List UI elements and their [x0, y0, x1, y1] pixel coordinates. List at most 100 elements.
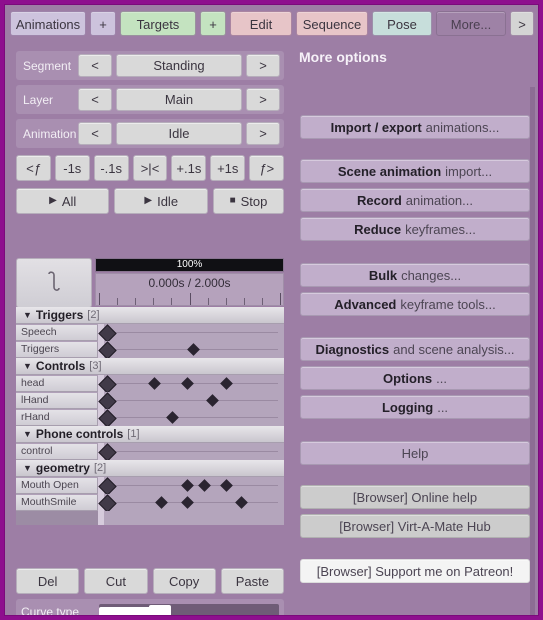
keyframe-track[interactable] [97, 341, 284, 360]
keyframe-target-name[interactable]: head [16, 375, 98, 392]
animation-value-button[interactable]: Idle [116, 122, 242, 145]
more-option-label: animations... [425, 119, 500, 135]
time-scrubber[interactable]: 0.000s / 2.000s [95, 273, 284, 306]
keyframe-target-row[interactable]: head [16, 375, 284, 394]
keyframe-marker[interactable] [155, 496, 169, 509]
frame-nav-button-0[interactable]: <ƒ [16, 155, 51, 181]
more-option-options[interactable]: Options... [300, 366, 530, 390]
chevron-down-icon[interactable]: ▼ [23, 361, 32, 371]
keyframe-track[interactable] [97, 494, 284, 513]
cut-button[interactable]: Cut [84, 568, 148, 594]
more-option-import-export-animations[interactable]: Import / export animations... [300, 115, 530, 139]
more-option-browser-virt-a-mate-hub[interactable]: [Browser] Virt-A-Mate Hub [300, 514, 530, 538]
frame-nav-button-1[interactable]: -1s [54, 155, 90, 181]
keyframe-list[interactable]: ▼ Triggers [2] Speech Triggers ▼ Controls [3] he… [16, 307, 284, 525]
time-tick [243, 298, 245, 305]
keyframe-marker[interactable] [181, 479, 195, 492]
tab-sequence[interactable]: Sequence [296, 11, 368, 36]
paste-button[interactable]: Paste [220, 568, 284, 594]
right-panel-scrollbar[interactable] [530, 87, 535, 615]
frame-nav-button-6[interactable]: ƒ> [249, 155, 285, 181]
keyframe-track[interactable] [97, 392, 284, 411]
animation-next-button[interactable]: > [246, 122, 280, 145]
keyframe-marker[interactable] [181, 377, 195, 390]
more-option-reduce-keyframes[interactable]: Reduce keyframes... [300, 217, 530, 241]
curve-type-slider[interactable] [99, 604, 279, 615]
keyframe-group-header[interactable]: ▼ Phone controls [1] [16, 426, 284, 443]
keyframe-group-header[interactable]: ▼ Controls [3] [16, 358, 284, 375]
segment-prev-button[interactable]: < [78, 54, 112, 77]
curve-type-slider-knob[interactable] [149, 605, 171, 615]
copy-button[interactable]: Copy [152, 568, 216, 594]
keyframe-marker[interactable] [187, 343, 200, 356]
more-option-browser-online-help[interactable]: [Browser] Online help [300, 485, 530, 509]
frame-nav-button-2[interactable]: -.1s [93, 155, 129, 181]
more-option-diagnostics-and-scene-analysis[interactable]: Diagnostics and scene analysis... [300, 337, 530, 361]
keyframe-track[interactable] [97, 375, 284, 394]
keyframe-target-name[interactable]: Mouth Open [16, 477, 98, 494]
keyframe-target-name[interactable]: rHand [16, 409, 98, 426]
keyframe-target-name[interactable]: MouthSmile [16, 494, 98, 511]
layer-next-button[interactable]: > [246, 88, 280, 111]
frame-nav-button-4[interactable]: +.1s [171, 155, 207, 181]
keyframe-target-row[interactable]: MouthSmile [16, 494, 284, 513]
tab-[interactable]: + [200, 11, 226, 36]
keyframe-marker[interactable] [198, 479, 211, 492]
keyframe-marker[interactable] [147, 377, 161, 390]
tab-pose[interactable]: Pose [372, 11, 432, 36]
keyframe-target-name[interactable]: lHand [16, 392, 98, 409]
more-option-scene-animation-import[interactable]: Scene animation import... [300, 159, 530, 183]
keyframe-marker[interactable] [235, 496, 249, 509]
keyframe-track[interactable] [97, 443, 284, 462]
layer-value-button[interactable]: Main [116, 88, 242, 111]
del-button[interactable]: Del [16, 568, 80, 594]
keyframe-target-row[interactable]: Speech [16, 324, 284, 343]
more-option-advanced-keyframe-tools[interactable]: Advanced keyframe tools... [300, 292, 530, 316]
chevron-down-icon[interactable]: ▼ [23, 463, 32, 473]
tab-edit[interactable]: Edit [230, 11, 292, 36]
more-option-help[interactable]: Help [300, 441, 530, 465]
tab-targets[interactable]: Targets [120, 11, 196, 36]
keyframe-target-name[interactable]: control [16, 443, 98, 460]
keyframe-target-row[interactable]: Mouth Open [16, 477, 284, 496]
tab-[interactable]: + [90, 11, 116, 36]
keyframe-track[interactable] [97, 409, 284, 428]
animation-prev-button[interactable]: < [78, 122, 112, 145]
keyframe-target-row[interactable]: Triggers [16, 341, 284, 360]
keyframe-group-count: [3] [89, 360, 102, 372]
keyframe-track[interactable] [97, 477, 284, 496]
more-option-label: and scene analysis... [393, 341, 515, 357]
keyframe-marker[interactable] [181, 496, 195, 509]
chevron-down-icon[interactable]: ▼ [23, 310, 32, 320]
tab-more[interactable]: More... [436, 11, 506, 36]
s-curve-icon-button[interactable] [16, 258, 92, 308]
keyframe-target-name[interactable]: Speech [16, 324, 98, 341]
chevron-down-icon[interactable]: ▼ [23, 429, 32, 439]
play-all-button[interactable]: ▶ All [16, 188, 110, 214]
stop-button[interactable]: ■ Stop [212, 188, 285, 214]
more-option-record-animation[interactable]: Record animation... [300, 188, 530, 212]
keyframe-marker[interactable] [166, 411, 180, 424]
keyframe-target-row[interactable]: rHand [16, 409, 284, 428]
keyframe-group-header[interactable]: ▼ geometry [2] [16, 460, 284, 477]
more-option-bulk-changes[interactable]: Bulk changes... [300, 263, 530, 287]
layer-prev-button[interactable]: < [78, 88, 112, 111]
play-current-button[interactable]: ▶ Idle [114, 188, 208, 214]
keyframe-marker[interactable] [220, 479, 234, 492]
keyframe-track[interactable] [97, 324, 284, 343]
keyframe-target-name[interactable]: Triggers [16, 341, 98, 358]
progress-bar[interactable]: 100% [95, 258, 284, 272]
keyframe-marker[interactable] [205, 394, 219, 407]
tab-[interactable]: > [510, 11, 534, 36]
segment-next-button[interactable]: > [246, 54, 280, 77]
segment-value-button[interactable]: Standing [116, 54, 242, 77]
keyframe-group-header[interactable]: ▼ Triggers [2] [16, 307, 284, 324]
tab-animations[interactable]: Animations [10, 11, 86, 36]
frame-nav-button-5[interactable]: +1s [210, 155, 246, 181]
keyframe-marker[interactable] [220, 377, 234, 390]
more-option-logging[interactable]: Logging... [300, 395, 530, 419]
keyframe-target-row[interactable]: control [16, 443, 284, 462]
frame-nav-button-3[interactable]: >|< [132, 155, 168, 181]
more-option-browser-support-me-on-patreon[interactable]: [Browser] Support me on Patreon! [300, 559, 530, 583]
keyframe-target-row[interactable]: lHand [16, 392, 284, 411]
